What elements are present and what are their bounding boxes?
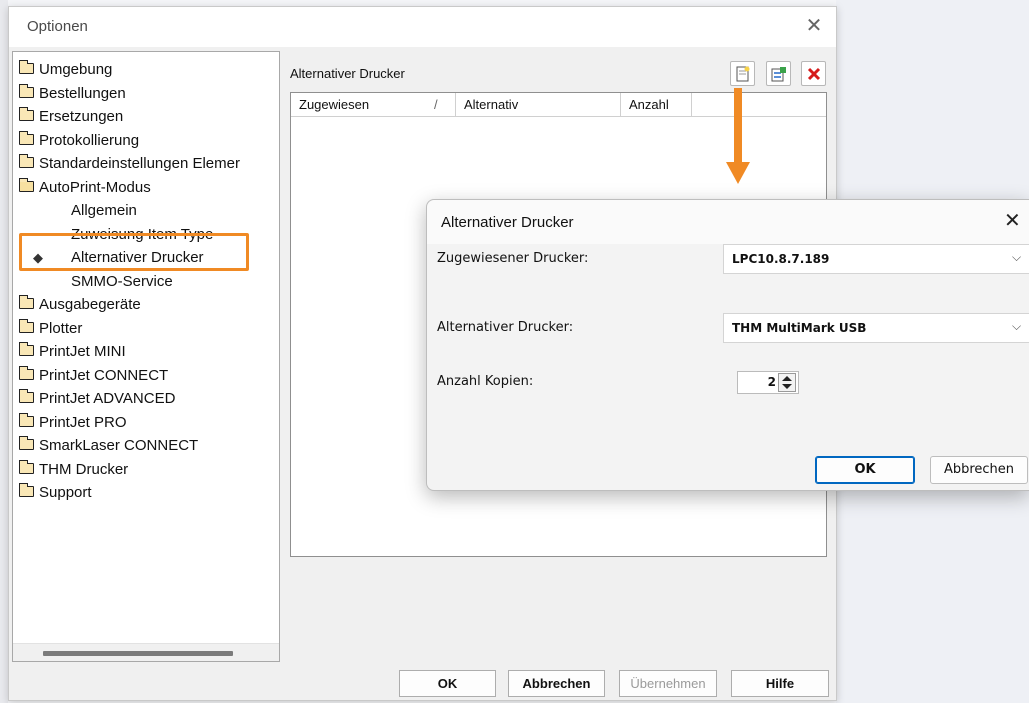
tree-item[interactable]: Plotter	[13, 318, 82, 340]
tree-item[interactable]: SmarkLaser CONNECT	[13, 435, 198, 457]
copies-stepper[interactable]: 2	[737, 371, 799, 394]
panel-title: Alternativer Drucker	[290, 66, 405, 81]
spinner-buttons[interactable]	[778, 373, 796, 392]
chevron-down-icon[interactable]: ⌵	[1012, 319, 1021, 334]
tree-item[interactable]: Support	[13, 482, 92, 504]
folder-icon	[19, 130, 34, 145]
highlight-annotation	[19, 233, 249, 271]
copies-label: Anzahl Kopien:	[437, 374, 534, 389]
column-count[interactable]: Anzahl	[621, 93, 692, 117]
tree-item-label: PrintJet MINI	[39, 343, 126, 360]
tree-item-label: PrintJet PRO	[39, 413, 127, 431]
cancel-button[interactable]: Abbrechen	[508, 670, 605, 697]
dialog-ok-button[interactable]: OK	[815, 456, 915, 484]
folder-open-icon	[19, 177, 34, 192]
folder-icon	[19, 60, 34, 75]
tree-item-label: Umgebung	[39, 61, 113, 78]
folder-icon	[19, 412, 34, 427]
tree-item-label: Ersetzungen	[39, 108, 124, 125]
tree-item[interactable]: PrintJet PRO	[13, 412, 127, 434]
tree-item-label: Standardeinstellungen Elemer	[39, 155, 240, 172]
copies-value[interactable]: 2	[738, 372, 776, 393]
folder-icon	[19, 107, 34, 122]
tree-item[interactable]: PrintJet ADVANCED	[13, 388, 175, 410]
tree-item-label: Ausgabegeräte	[39, 296, 141, 313]
tree-item[interactable]: Ersetzungen	[13, 106, 123, 128]
arrow-annotation-shaft	[734, 88, 742, 164]
spin-down-icon[interactable]	[782, 384, 792, 389]
alternative-printer-label: Alternativer Drucker:	[437, 320, 574, 335]
folder-icon	[19, 295, 34, 310]
column-assigned[interactable]: Zugewiesen /	[291, 93, 456, 117]
assigned-printer-label: Zugewiesener Drucker:	[437, 251, 589, 266]
dialog-titlebar: Alternativer Drucker ✕	[427, 200, 1029, 244]
help-button[interactable]: Hilfe	[731, 670, 829, 697]
edit-icon	[771, 67, 786, 82]
tree-item-label: Protokollierung	[39, 131, 140, 149]
tree-item[interactable]: Umgebung	[13, 59, 112, 81]
tree-item-label: Bestellungen	[39, 84, 126, 102]
scrollbar-thumb[interactable]	[43, 651, 233, 656]
assigned-printer-select[interactable]: LPC10.8.7.189	[723, 244, 1029, 274]
folder-icon	[19, 318, 34, 333]
dialog-title: Alternativer Drucker	[441, 214, 574, 231]
spin-up-icon[interactable]	[782, 376, 792, 381]
list-header: Zugewiesen / Alternativ Anzahl	[291, 93, 826, 117]
folder-icon	[19, 342, 34, 357]
tree-item[interactable]: PrintJet MINI	[13, 341, 126, 363]
alternative-printer-select[interactable]: THM MultiMark USB	[723, 313, 1029, 343]
alternative-printer-dialog: Alternativer Drucker ✕ Zugewiesener Druc…	[426, 199, 1029, 491]
tree-item[interactable]: Bestellungen	[13, 83, 126, 105]
background-left-strip	[0, 0, 8, 703]
column-alternative[interactable]: Alternativ	[456, 93, 621, 117]
tree-item[interactable]: THM Drucker	[13, 459, 128, 481]
tree-item-label: Allgemein	[71, 202, 137, 219]
tree-item[interactable]: SMMO-Service	[13, 271, 173, 293]
tree-item[interactable]: Allgemein	[13, 200, 137, 222]
delete-entry-button[interactable]	[801, 61, 826, 86]
tree-item-label: SMMO-Service	[71, 272, 173, 290]
options-titlebar: Optionen ✕	[9, 7, 836, 47]
dialog-close-icon[interactable]: ✕	[1004, 210, 1021, 230]
folder-icon	[19, 154, 34, 169]
close-icon[interactable]: ✕	[804, 15, 824, 35]
tree-item[interactable]: Ausgabegeräte	[13, 294, 141, 316]
tree-item[interactable]: AutoPrint-Modus	[13, 177, 151, 199]
new-entry-button[interactable]	[730, 61, 755, 86]
tree-item-label: Plotter	[39, 319, 83, 337]
folder-icon	[19, 389, 34, 404]
tree-item[interactable]: Standardeinstellungen Elemer	[13, 153, 240, 175]
folder-icon	[19, 83, 34, 98]
folder-icon	[19, 483, 34, 498]
options-title: Optionen	[27, 18, 88, 35]
tree-horizontal-scrollbar[interactable]	[13, 643, 279, 661]
tree-item-label: Support	[39, 484, 92, 501]
options-tree: Umgebung Bestellungen Ersetzungen Protokoll…	[12, 51, 280, 662]
edit-entry-button[interactable]	[766, 61, 791, 86]
ok-button[interactable]: OK	[399, 670, 496, 697]
folder-icon	[19, 459, 34, 474]
dialog-cancel-button[interactable]: Abbrechen	[930, 456, 1028, 484]
folder-icon	[19, 436, 34, 451]
tree-item-label: PrintJet CONNECT	[39, 366, 169, 384]
tree-item-label: AutoPrint-Modus	[39, 178, 151, 196]
tree-item-label: THM Drucker	[39, 460, 129, 478]
apply-button[interactable]: Übernehmen	[619, 670, 717, 697]
sort-icon: /	[434, 97, 438, 112]
arrow-down-icon	[726, 162, 750, 184]
tree-item-label: SmarkLaser CONNECT	[39, 437, 199, 454]
tree-item[interactable]: PrintJet CONNECT	[13, 365, 168, 387]
folder-icon	[19, 365, 34, 380]
delete-icon	[807, 67, 821, 81]
tree-item-label: PrintJet ADVANCED	[39, 390, 176, 407]
new-icon	[736, 66, 750, 82]
tree-item[interactable]: Protokollierung	[13, 130, 139, 152]
chevron-down-icon[interactable]: ⌵	[1012, 250, 1021, 265]
